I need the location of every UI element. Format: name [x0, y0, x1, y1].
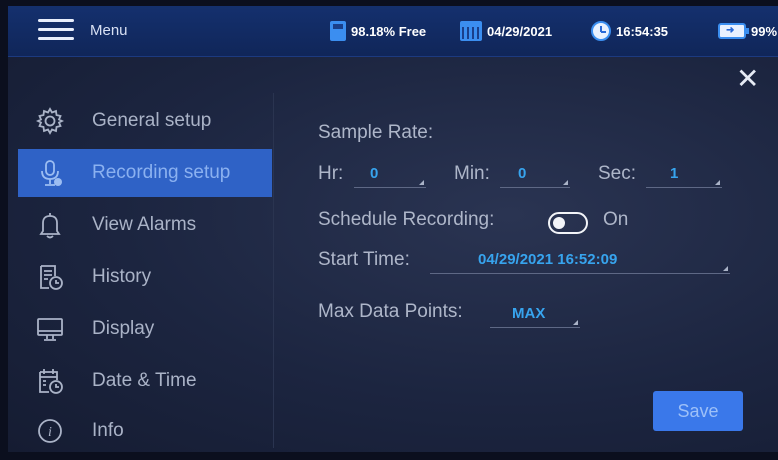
sidebar-item-view-alarms[interactable]: View Alarms	[18, 201, 272, 249]
start-time-label: Start Time:	[318, 249, 410, 270]
sd-card-icon	[330, 21, 346, 41]
save-button[interactable]: Save	[653, 391, 743, 431]
device-screen: Menu 98.18% Free 04/29/2021 16:54:35 ➜ 9…	[8, 6, 778, 452]
date-text: 04/29/2021	[487, 23, 553, 39]
sidebar-item-info[interactable]: i Info	[18, 407, 272, 452]
sidebar-divider	[273, 93, 274, 448]
hour-label: Hr:	[318, 163, 344, 184]
sample-rate-label: Sample Rate:	[318, 122, 434, 143]
settings-panel: ✕ General setup Recording setup View Ala…	[8, 57, 778, 452]
sidebar-item-label: Info	[92, 420, 124, 441]
time-status: 16:54:35	[591, 19, 668, 43]
bell-icon	[30, 209, 70, 241]
calendar-clock-icon	[30, 365, 70, 397]
battery-status: ➜ 99%	[718, 19, 777, 43]
second-field[interactable]: 1	[646, 159, 722, 188]
minute-label: Min:	[454, 163, 490, 184]
hour-field[interactable]: 0	[354, 159, 426, 188]
microphone-icon	[30, 157, 70, 189]
menu-label[interactable]: Menu	[90, 22, 128, 39]
clock-icon	[591, 21, 611, 41]
info-icon: i	[30, 415, 70, 447]
gear-icon	[30, 105, 70, 137]
start-time-field[interactable]: 04/29/2021 16:52:09	[430, 245, 730, 274]
storage-status: 98.18% Free	[330, 19, 426, 43]
schedule-recording-label: Schedule Recording:	[318, 209, 495, 230]
schedule-recording-toggle[interactable]	[548, 212, 588, 234]
sidebar-item-label: Display	[92, 318, 155, 339]
second-value: 1	[670, 165, 679, 182]
close-icon[interactable]: ✕	[736, 65, 759, 93]
time-text: 16:54:35	[616, 23, 669, 39]
sidebar-item-display[interactable]: Display	[18, 305, 272, 353]
hamburger-menu-icon[interactable]	[38, 19, 74, 45]
minute-field[interactable]: 0	[500, 159, 570, 188]
sidebar-item-date-time[interactable]: Date & Time	[18, 357, 272, 405]
history-document-icon	[30, 261, 70, 293]
sidebar-item-label: General setup	[92, 110, 212, 131]
battery-text: 99%	[751, 23, 778, 39]
sidebar-item-label: Recording setup	[92, 162, 231, 183]
start-time-value: 04/29/2021 16:52:09	[478, 251, 618, 268]
max-data-points-label: Max Data Points:	[318, 301, 463, 322]
svg-text:i: i	[48, 425, 52, 440]
monitor-icon	[30, 313, 70, 345]
date-status: 04/29/2021	[460, 19, 552, 43]
sidebar-item-label: Date & Time	[92, 370, 197, 391]
second-label: Sec:	[598, 163, 637, 184]
sidebar-item-history[interactable]: History	[18, 253, 272, 301]
minute-value: 0	[518, 165, 527, 182]
max-data-points-value: MAX	[512, 305, 546, 322]
schedule-state-label: On	[603, 209, 629, 230]
max-data-points-field[interactable]: MAX	[490, 299, 580, 328]
hour-value: 0	[370, 165, 379, 182]
calendar-icon	[460, 21, 482, 41]
top-bar: Menu 98.18% Free 04/29/2021 16:54:35 ➜ 9…	[8, 6, 778, 57]
sidebar-item-label: View Alarms	[92, 214, 197, 235]
sidebar-item-label: History	[92, 266, 152, 287]
storage-text: 98.18% Free	[351, 23, 427, 39]
sidebar-item-general-setup[interactable]: General setup	[18, 97, 272, 145]
battery-charging-icon: ➜	[718, 23, 749, 39]
sidebar-item-recording-setup[interactable]: Recording setup	[18, 149, 272, 197]
